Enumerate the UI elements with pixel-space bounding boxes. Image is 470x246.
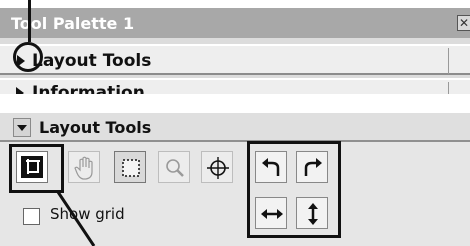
zoom-icon [166,159,184,177]
marquee-icon [122,159,140,177]
section-label: Layout Tools [32,51,152,71]
show-grid-checkbox[interactable] [23,208,40,225]
section-information[interactable]: Information [0,78,470,94]
panel-title: Layout Tools [39,118,152,137]
hand-icon [74,156,93,180]
triangle-down-icon [17,125,27,131]
collapse-button[interactable] [13,118,31,137]
callout-box-transform [247,141,341,238]
hand-tool-button[interactable] [68,151,100,183]
callout-line [28,0,31,42]
palette-titlebar[interactable]: Tool Palette 1 ✕ [0,8,470,38]
scroll-divider [448,82,449,94]
triangle-right-icon [16,87,24,94]
tool-palette-window: Tool Palette 1 ✕ Layout Tools Informatio… [0,8,470,94]
section-label: Information [32,83,145,94]
callout-circle [13,42,43,72]
marquee-tool-button[interactable] [114,151,146,183]
scroll-divider [448,48,449,74]
target-icon [207,157,229,179]
callout-box-crop [9,144,64,193]
close-button[interactable]: ✕ [457,15,470,31]
close-icon: ✕ [458,16,470,30]
show-grid-label: Show grid [50,205,125,223]
panel-header[interactable]: Layout Tools [0,112,470,142]
layout-tools-panel: Layout Tools Show grid [0,112,470,246]
section-layout-tools[interactable]: Layout Tools [0,44,470,75]
zoom-tool-button[interactable] [158,151,190,183]
target-tool-button[interactable] [201,151,233,183]
